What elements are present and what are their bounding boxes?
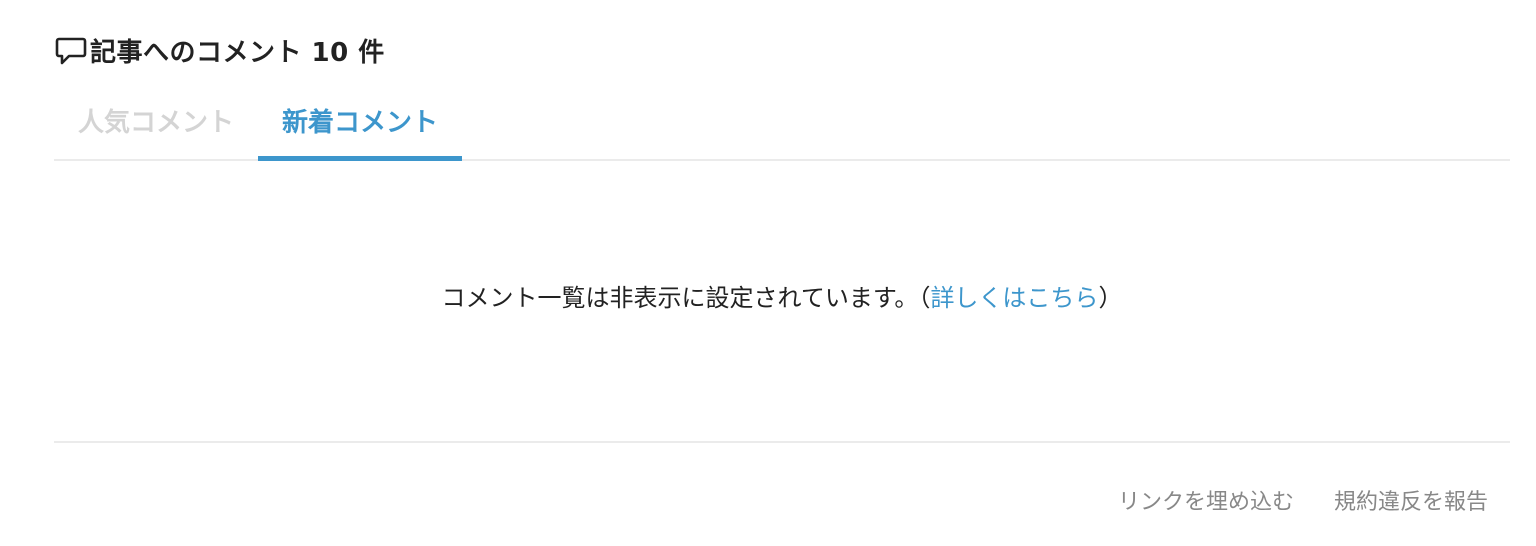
hidden-comments-notice: コメント一覧は非表示に設定されています。（詳しくはこちら）: [54, 278, 1510, 313]
tab-popular-comments[interactable]: 人気コメント: [54, 92, 258, 159]
notice-message: コメント一覧は非表示に設定されています。: [441, 284, 919, 312]
divider: [54, 441, 1510, 443]
report-violation-link[interactable]: 規約違反を報告: [1334, 484, 1488, 516]
tab-new-comments[interactable]: 新着コメント: [258, 92, 462, 161]
section-title: 記事へのコメント 10 件: [90, 37, 385, 68]
active-tab-indicator: [258, 156, 462, 161]
section-header: 記事へのコメント 10 件: [54, 30, 385, 70]
details-link[interactable]: 詳しくはこちら: [930, 284, 1098, 312]
tab-popular-comments-label: 人気コメント: [77, 108, 234, 138]
notice-close-paren: ）: [1098, 284, 1123, 312]
tab-bar: 人気コメント 新着コメント: [54, 92, 1510, 161]
speech-bubble-icon: [54, 32, 90, 68]
footer-links: リンクを埋め込む 規約違反を報告: [1118, 484, 1488, 516]
comments-section: 記事へのコメント 10 件 人気コメント 新着コメント コメント一覧は非表示に設…: [54, 0, 1510, 546]
notice-open-paren: （: [918, 284, 931, 312]
tab-new-comments-label: 新着コメント: [281, 108, 438, 138]
embed-link-button[interactable]: リンクを埋め込む: [1118, 484, 1294, 516]
